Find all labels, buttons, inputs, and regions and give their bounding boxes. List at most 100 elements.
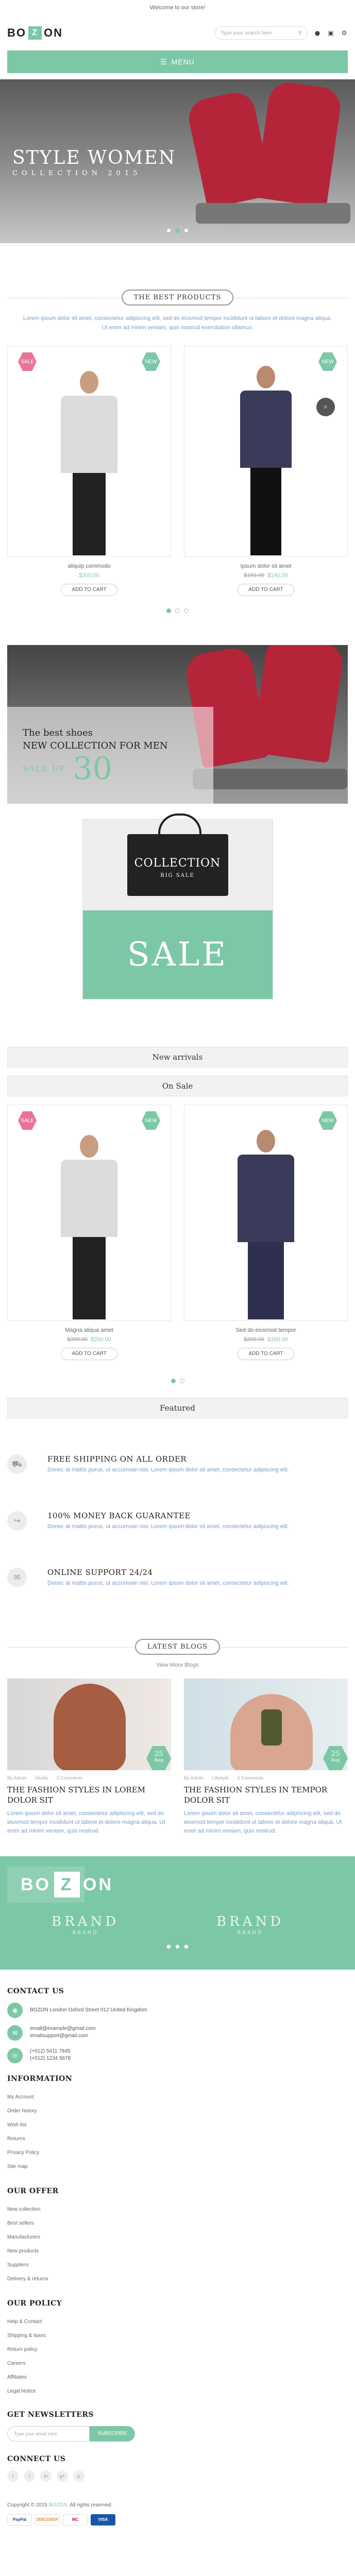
- hero-dot[interactable]: [184, 228, 189, 233]
- add-to-cart-button[interactable]: ADD TO CART: [61, 1348, 117, 1360]
- onsale-dots[interactable]: [0, 1379, 355, 1383]
- feature-text: Donec at mattis purus, ut accumsan nisi.…: [47, 1580, 289, 1586]
- blog-list: 25 Aug By Admin Studio 3 Comments THE FASHI…: [0, 1679, 355, 1836]
- search-icon[interactable]: ⚲: [298, 30, 302, 36]
- footer-link[interactable]: Shipping & taxes: [7, 2329, 348, 2343]
- hero-dots[interactable]: [0, 228, 355, 233]
- footer-link[interactable]: Returns: [7, 2132, 348, 2146]
- product-image[interactable]: SALE NEW: [7, 346, 171, 557]
- brand-logo[interactable]: BO Z ON: [21, 1872, 113, 1897]
- facebook-icon[interactable]: f: [7, 2470, 19, 2482]
- product-name[interactable]: Ipsum dolor sit amet: [184, 563, 348, 569]
- logo[interactable]: BO Z ON: [7, 26, 63, 40]
- blog-title[interactable]: THE FASHION STYLES IN LOREM DOLOR SIT: [7, 1785, 171, 1805]
- footer-link[interactable]: Wish list: [7, 2118, 348, 2132]
- footer-link[interactable]: Delivery & returns: [7, 2272, 348, 2286]
- product-card[interactable]: NEW Sed do eiusmod tempor $200.00 $180.00…: [184, 1105, 348, 1360]
- linkedin-icon[interactable]: in: [40, 2470, 52, 2482]
- footer-link[interactable]: Privacy Policy: [7, 2146, 348, 2160]
- footer-link[interactable]: New products: [7, 2244, 348, 2258]
- sale-box[interactable]: COLLECTION BIG SALE SALE: [82, 814, 273, 999]
- hero-slider[interactable]: STYLE WOMEN COLLECTION 2015: [0, 79, 355, 243]
- product-image[interactable]: SALE NEW: [7, 1105, 171, 1321]
- blog-title[interactable]: THE FASHION STYLES IN TEMPOR DOLOR SIT: [184, 1785, 348, 1805]
- google-plus-icon[interactable]: g+: [57, 2470, 68, 2482]
- product-image[interactable]: NEW ⌕: [184, 346, 348, 557]
- logo-right: ON: [44, 26, 63, 39]
- hero-dot[interactable]: [175, 228, 180, 233]
- logo-left: BO: [7, 26, 26, 39]
- product-price: $160.00 $140.00: [244, 572, 288, 579]
- new-badge: NEW: [318, 1111, 337, 1130]
- footer-link[interactable]: Order history: [7, 2104, 348, 2118]
- feature-support: ✉ ONLINE SUPPORT 24/24 Donec at mattis pu…: [0, 1568, 355, 1587]
- sale-label: SALE: [82, 910, 273, 999]
- blog-card[interactable]: 25 Aug By Admin Lifestyle 3 Comments THE FA…: [184, 1679, 348, 1836]
- cart-icon[interactable]: ▣: [327, 29, 334, 37]
- footer-link[interactable]: Return policy: [7, 2343, 348, 2357]
- products-dot[interactable]: [175, 608, 180, 613]
- products-dot[interactable]: [166, 608, 171, 613]
- product-name[interactable]: aliquip commodo: [7, 563, 171, 569]
- subscribe-button[interactable]: SUBSCRIBE: [90, 2426, 135, 2442]
- products-dot[interactable]: [184, 608, 189, 613]
- brand-dot[interactable]: [184, 1944, 189, 1949]
- blog-image[interactable]: 25 Aug: [7, 1679, 171, 1770]
- onsale-dot[interactable]: [171, 1379, 176, 1383]
- pinterest-icon[interactable]: p: [73, 2470, 84, 2482]
- footer-link[interactable]: Affiliates: [7, 2370, 348, 2384]
- hero-dot[interactable]: [166, 228, 171, 233]
- add-to-cart-button[interactable]: ADD TO CART: [61, 584, 117, 596]
- brand-dot[interactable]: [166, 1944, 171, 1949]
- blog-date-badge: 25 Aug: [323, 1746, 348, 1770]
- onsale-dot[interactable]: [179, 1379, 184, 1383]
- products-dots[interactable]: [0, 608, 355, 613]
- quickview-icon[interactable]: ⌕: [316, 398, 335, 416]
- twitter-icon[interactable]: t: [24, 2470, 35, 2482]
- product-card[interactable]: NEW ⌕ Ipsum dolor sit amet $160.00 $140.0…: [184, 346, 348, 596]
- blog-card[interactable]: 25 Aug By Admin Studio 3 Comments THE FASHI…: [7, 1679, 171, 1836]
- logo-z: Z: [28, 26, 42, 40]
- feature-shipping: ⛟ FREE SHIPPING ON ALL ORDER Donec at mat…: [0, 1454, 355, 1474]
- product-card[interactable]: SALE NEW aliquip commodo $300.00 ADD TO …: [7, 346, 171, 596]
- location-icon: ◉: [7, 2003, 23, 2018]
- search-placeholder: Type your search here: [221, 30, 272, 36]
- footer-link[interactable]: Legal Notice: [7, 2384, 348, 2398]
- product-name[interactable]: Magna aliqua amet: [7, 1327, 171, 1333]
- tab-featured[interactable]: Featured: [7, 1398, 348, 1418]
- search-input[interactable]: Type your search here ⚲: [215, 26, 308, 40]
- phone-icon: ☏: [7, 2048, 23, 2063]
- tab-on-sale[interactable]: On Sale: [7, 1076, 348, 1096]
- banner-percent: 30: [73, 751, 112, 787]
- add-to-cart-button[interactable]: ADD TO CART: [238, 1348, 294, 1360]
- add-to-cart-button[interactable]: ADD TO CART: [238, 584, 294, 596]
- new-badge: NEW: [142, 352, 160, 371]
- view-more-blogs-link[interactable]: View More Blogs: [0, 1662, 355, 1668]
- newsletter-form: Type your email here SUBSCRIBE: [0, 2426, 355, 2442]
- newsletter-email-input[interactable]: Type your email here: [7, 2426, 90, 2442]
- footer-link[interactable]: Careers: [7, 2357, 348, 2370]
- promo-banner[interactable]: The best shoes NEW COLLECTION FOR MEN SA…: [7, 645, 348, 804]
- blog-image[interactable]: 25 Aug: [184, 1679, 348, 1770]
- sale-badge: SALE: [18, 1111, 37, 1130]
- footer-link[interactable]: New collection: [7, 2202, 348, 2216]
- footer-link[interactable]: Best sellers: [7, 2216, 348, 2230]
- brands-carousel[interactable]: BO Z ON BRAND BRAND BRAND BRAND: [0, 1856, 355, 1970]
- brand-item[interactable]: BRAND BRAND: [52, 1914, 119, 1936]
- gear-icon[interactable]: ⚙: [341, 29, 348, 37]
- product-image[interactable]: NEW: [184, 1105, 348, 1321]
- brand-item[interactable]: BRAND BRAND: [216, 1914, 284, 1936]
- footer-link[interactable]: Suppliers: [7, 2258, 348, 2272]
- footer-link[interactable]: Site map: [7, 2160, 348, 2174]
- product-name[interactable]: Sed do eiusmod tempor: [184, 1327, 348, 1333]
- new-badge: NEW: [318, 352, 337, 371]
- menu-button[interactable]: ☰ MENU: [7, 50, 348, 73]
- brand-dot[interactable]: [175, 1944, 180, 1949]
- product-card[interactable]: SALE NEW Magna aliqua amet $300.00 $200.0…: [7, 1105, 171, 1360]
- tab-new-arrivals[interactable]: New arrivals: [7, 1047, 348, 1067]
- footer-link[interactable]: Help & Contact: [7, 2315, 348, 2329]
- user-icon[interactable]: ●: [314, 29, 321, 37]
- footer-link[interactable]: Manufacturers: [7, 2230, 348, 2244]
- footer-link[interactable]: My Account: [7, 2090, 348, 2104]
- brands-dots[interactable]: [0, 1944, 355, 1949]
